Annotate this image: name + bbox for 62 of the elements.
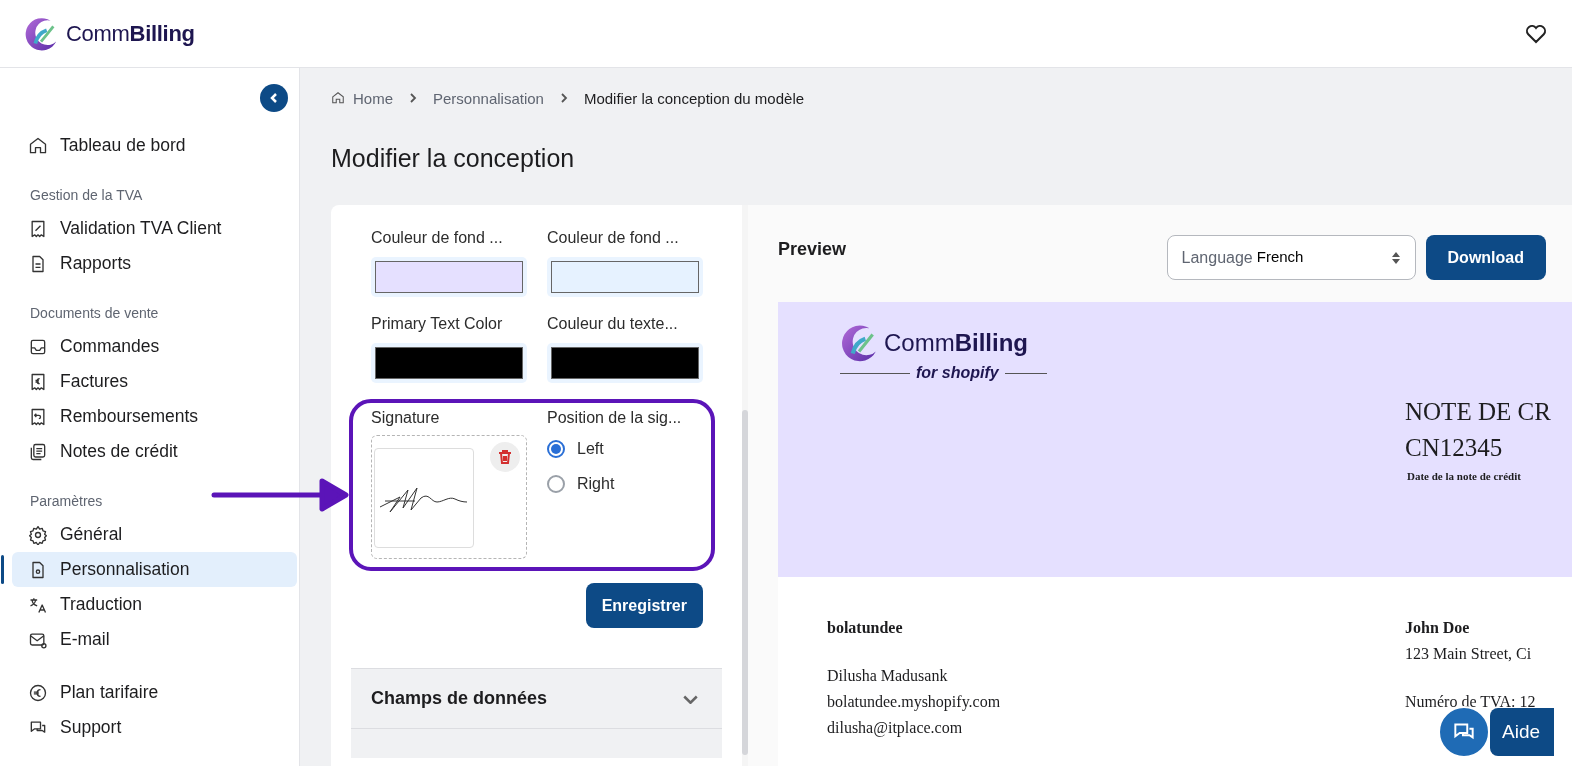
notes-icon — [28, 441, 48, 462]
sidebar-item[interactable]: Rapports — [12, 246, 297, 281]
document-title: NOTE DE CR — [1405, 398, 1551, 426]
accordion-header[interactable]: Champs de données — [351, 668, 722, 728]
sidebar-item[interactable]: Traduction — [12, 587, 297, 622]
color-picker[interactable] — [371, 343, 527, 383]
sidebar-item[interactable]: Remboursements — [12, 399, 297, 434]
settings-icon — [28, 524, 48, 545]
seller-detail: dilusha@itplace.com — [827, 718, 964, 739]
chevron-right-icon — [407, 92, 419, 104]
preview-title: Preview — [778, 239, 847, 260]
trash-icon — [497, 449, 513, 465]
sidebar-item[interactable]: Tableau de bord — [12, 128, 297, 163]
invoice-logo-text: CommBilling — [884, 329, 1028, 357]
delete-button[interactable] — [490, 442, 520, 472]
home-icon — [331, 91, 345, 105]
color-label: Couleur du texte... — [547, 315, 679, 333]
sort-caret-icon — [1390, 250, 1401, 265]
buyer-detail: 123 Main Street, Ci — [1405, 644, 1533, 664]
sidebar-item[interactable]: E-mail — [12, 622, 297, 657]
home-icon — [28, 135, 48, 156]
sidebar-item[interactable]: Support — [12, 710, 297, 745]
color-picker[interactable] — [371, 257, 527, 297]
collapse-button[interactable] — [260, 84, 288, 112]
position-label: Position de la sig... — [547, 409, 683, 427]
sidebar-section-title: Documents de vente — [29, 305, 160, 321]
seller-detail: bolatundee.myshopify.com — [827, 692, 1002, 713]
sidebar-section-title: Gestion de la TVA — [29, 187, 144, 203]
color-picker[interactable] — [547, 343, 703, 383]
signature-label: Signature — [371, 409, 441, 427]
invoice-logo-subtitle: for shopify — [840, 364, 1047, 382]
page-title: Modifier la conception — [331, 144, 576, 174]
color-label: Couleur de fond ... — [371, 229, 504, 247]
color-picker[interactable] — [547, 257, 703, 297]
date-label: Date de la note de crédit — [1407, 470, 1522, 482]
radio-button[interactable] — [547, 439, 565, 458]
breadcrumb-link[interactable]: Personnalisation — [433, 89, 544, 107]
save-button[interactable]: Enregistrer — [585, 583, 703, 628]
sidebar-section-title: Paramètres — [29, 493, 104, 509]
breadcrumb-link[interactable]: Home — [353, 89, 393, 107]
language-select[interactable]: Language French — [1166, 235, 1416, 280]
sidebar-item[interactable]: Commandes — [12, 329, 297, 364]
radio-button[interactable] — [547, 474, 565, 493]
seller-detail: bolatundee — [827, 618, 904, 638]
sidebar-item[interactable]: Notes de crédit — [12, 434, 297, 469]
euro-icon — [28, 682, 48, 703]
document-number: CN12345 — [1405, 434, 1504, 462]
scrollbar-thumb[interactable] — [742, 410, 748, 755]
buyer-detail: John Doe — [1405, 618, 1471, 638]
help-button[interactable]: Aide — [1490, 708, 1555, 756]
download-button[interactable]: Download — [1425, 235, 1546, 280]
color-label: Primary Text Color — [371, 315, 504, 333]
sidebar-item[interactable]: Général — [12, 517, 297, 552]
color-label: Couleur de fond ... — [547, 229, 680, 247]
seller-detail: Dilusha Madusank — [827, 666, 949, 686]
sidebar-item[interactable]: Validation TVA Client — [12, 211, 297, 246]
sidebar-item[interactable]: Plan tarifaire — [12, 675, 297, 710]
radio-label: Left — [577, 439, 604, 458]
radio-label: Right — [577, 474, 615, 493]
brand-name[interactable]: CommBilling — [66, 20, 195, 47]
sidebar-item[interactable]: Factures — [12, 364, 297, 399]
chevron-left-icon — [268, 92, 280, 104]
